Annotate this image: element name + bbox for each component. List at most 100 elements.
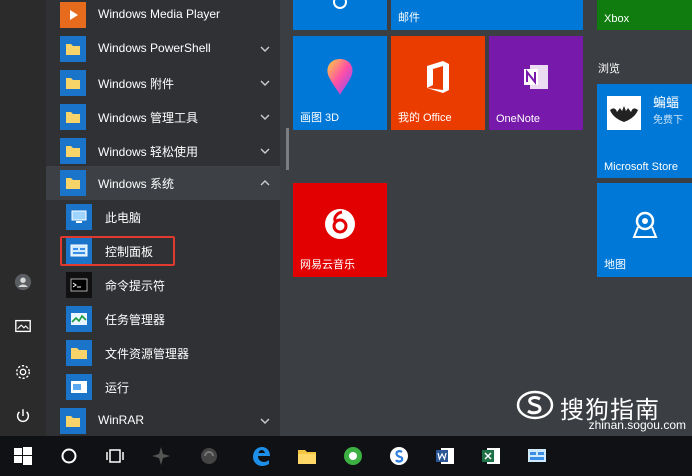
chevron-down-icon: [260, 418, 270, 424]
cortana-icon: [333, 0, 347, 9]
app-label: 命令提示符: [105, 279, 166, 293]
app-item-this-pc[interactable]: 此电脑: [46, 200, 280, 234]
settings-icon: [16, 365, 30, 379]
tile-xbox[interactable]: Xbox: [597, 0, 692, 30]
edge-icon: [253, 447, 270, 466]
chevron-down-icon: [260, 114, 270, 120]
tile-label: 画图 3D: [300, 112, 340, 124]
taskbar-edge[interactable]: [238, 436, 284, 476]
tile-label: Xbox: [604, 13, 630, 25]
cortana-icon: [61, 448, 77, 464]
tile-cortana[interactable]: [293, 0, 387, 30]
tile-my-office[interactable]: 我的 Office: [391, 36, 485, 130]
app-label: 此电脑: [105, 211, 142, 225]
start-button[interactable]: [0, 436, 46, 476]
this-pc-icon: [66, 204, 92, 230]
folder-icon: [60, 70, 86, 96]
tile-microsoft-store[interactable]: 蝙蝠 免费下 Microsoft Store: [597, 84, 692, 178]
app-list: Windows Media Player Windows PowerShell …: [46, 0, 280, 436]
app-label: Windows 附件: [98, 77, 175, 91]
taskbar-browser[interactable]: [330, 436, 376, 476]
onenote-icon: [524, 65, 548, 90]
tile-label: 地图: [604, 259, 626, 271]
taskbar-control-panel[interactable]: [514, 436, 560, 476]
app-item-run[interactable]: 运行: [46, 370, 280, 404]
batman-icon: [610, 106, 638, 122]
media-player-icon: [60, 2, 86, 28]
folder-icon: [60, 408, 86, 434]
taskbar-excel[interactable]: [468, 436, 514, 476]
maps-icon: [632, 211, 657, 239]
netease-music-icon: [325, 209, 355, 240]
chevron-down-icon: [260, 80, 270, 86]
tile-maps[interactable]: 地图: [597, 183, 692, 277]
browser-icon: [344, 447, 362, 465]
taskbar-file-explorer[interactable]: [284, 436, 330, 476]
tile-onenote[interactable]: OneNote: [489, 36, 583, 130]
tile-label: OneNote: [496, 113, 541, 125]
pictures-button[interactable]: [0, 306, 46, 346]
app-item-windows-media-player[interactable]: Windows Media Player: [46, 0, 280, 32]
tile-label: 网易云音乐: [300, 259, 355, 271]
sogou-icon: [390, 447, 408, 465]
user-icon: [14, 273, 32, 291]
chevron-down-icon: [260, 148, 270, 154]
paint-3d-icon: [327, 59, 353, 96]
chevron-down-icon: [260, 46, 270, 52]
start-menu-left-strip: [0, 0, 46, 436]
app-item-command-prompt[interactable]: 命令提示符: [46, 268, 280, 302]
file-explorer-icon: [66, 340, 92, 366]
tile-label: Microsoft Store: [604, 161, 678, 173]
word-icon: [436, 448, 454, 464]
folder-windows-powershell[interactable]: Windows PowerShell: [46, 32, 280, 66]
store-promo-subtitle: 免费下: [653, 115, 683, 126]
user-account-button[interactable]: [0, 262, 46, 302]
cortana-button[interactable]: [46, 436, 92, 476]
taskbar-app-2[interactable]: [186, 436, 232, 476]
tile-mail[interactable]: 邮件: [391, 0, 583, 30]
folder-icon: [60, 36, 86, 62]
app-label: 文件资源管理器: [105, 347, 190, 361]
app-label: WinRAR: [98, 413, 145, 427]
control-panel-icon: [528, 449, 546, 462]
app-label: 运行: [105, 381, 130, 395]
power-button[interactable]: [0, 396, 46, 436]
task-manager-icon: [66, 306, 92, 332]
batman-app-thumbnail: [607, 96, 641, 130]
taskbar-app-1[interactable]: [138, 436, 184, 476]
folder-icon: [60, 170, 86, 196]
app-label: Windows Media Player: [98, 7, 221, 21]
folder-windows-ease-of-access[interactable]: Windows 轻松使用: [46, 134, 280, 168]
excel-icon: [482, 448, 500, 464]
app-icon-2: [201, 448, 217, 464]
app-label: Windows 轻松使用: [98, 145, 199, 159]
sogou-logo-icon: [516, 390, 554, 420]
taskbar: [0, 436, 692, 476]
app-item-file-explorer[interactable]: 文件资源管理器: [46, 336, 280, 370]
app-item-task-manager[interactable]: 任务管理器: [46, 302, 280, 336]
task-view-button[interactable]: [92, 436, 138, 476]
store-promo-title: 蝙蝠: [653, 95, 680, 110]
chevron-up-icon: [260, 180, 270, 186]
app-label: 任务管理器: [105, 313, 166, 327]
folder-windows-accessories[interactable]: Windows 附件: [46, 66, 280, 100]
folder-winrar[interactable]: WinRAR: [46, 404, 280, 438]
tile-label: 邮件: [398, 12, 420, 24]
app-label: Windows 管理工具: [98, 111, 199, 125]
sogou-watermark: 搜狗指南 zhinan.sogou.com: [514, 388, 686, 432]
settings-button[interactable]: [0, 352, 46, 392]
app-icon-1: [152, 447, 170, 465]
folder-windows-admin-tools[interactable]: Windows 管理工具: [46, 100, 280, 134]
explorer-icon: [298, 450, 316, 464]
folder-windows-system[interactable]: Windows 系统: [46, 166, 280, 200]
app-list-scrollbar[interactable]: [286, 128, 289, 170]
tile-label: 我的 Office: [398, 112, 452, 124]
picture-icon: [15, 319, 31, 333]
windows-start-icon: [14, 447, 32, 465]
tile-paint-3d[interactable]: 画图 3D: [293, 36, 387, 130]
tile-netease-music[interactable]: 网易云音乐: [293, 183, 387, 277]
app-label: Windows PowerShell: [98, 41, 211, 55]
taskbar-word[interactable]: [422, 436, 468, 476]
app-label: Windows 系统: [98, 177, 175, 191]
taskbar-sogou[interactable]: [376, 436, 422, 476]
